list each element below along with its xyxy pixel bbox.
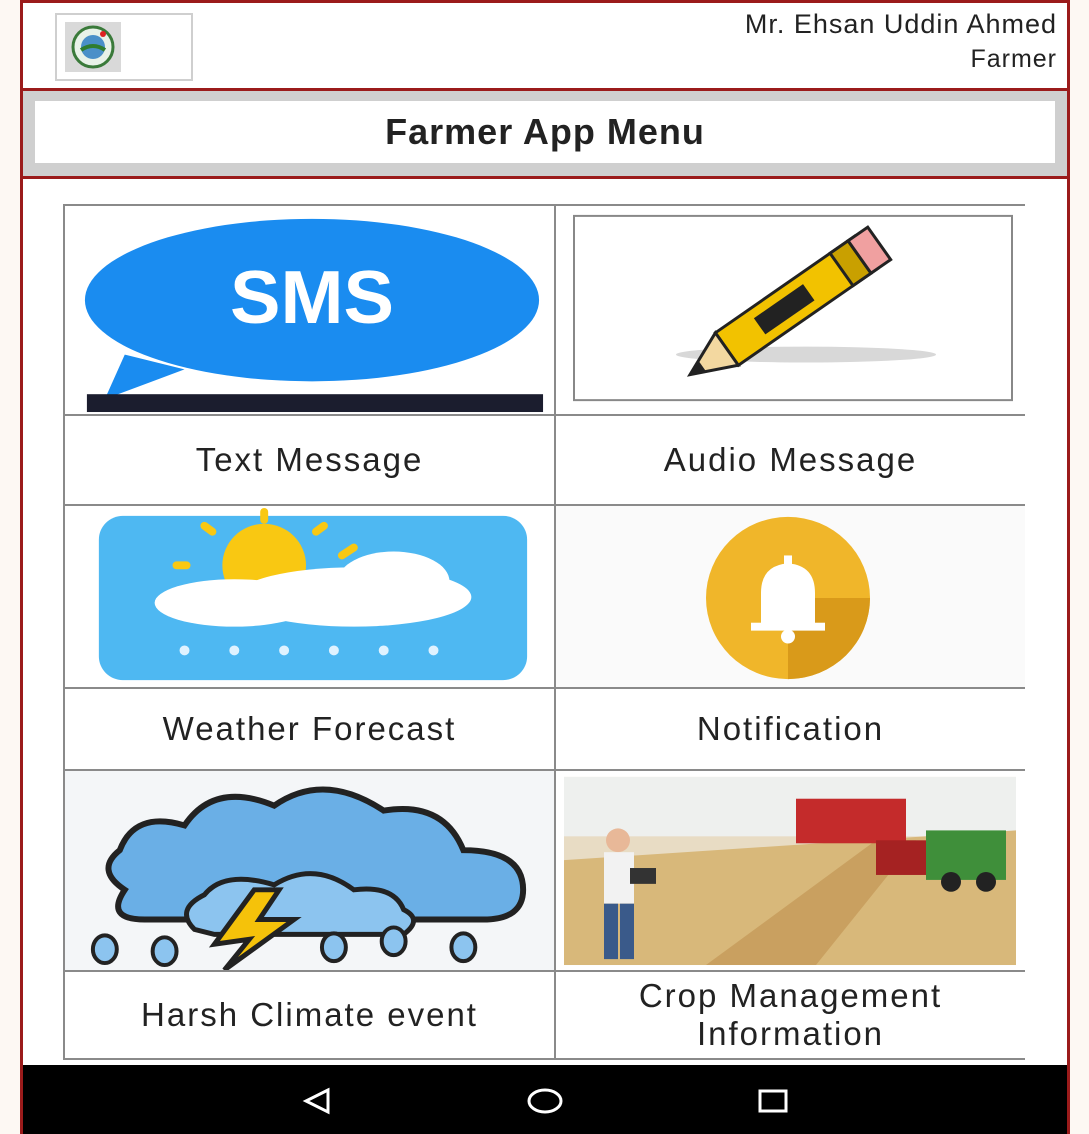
- sms-bubble-icon: SMS: [65, 206, 554, 414]
- bell-icon: [556, 506, 1025, 687]
- recents-button[interactable]: [743, 1076, 803, 1126]
- audio-message-image[interactable]: [556, 206, 1025, 416]
- user-name: Mr. Ehsan Uddin Ahmed: [744, 9, 1057, 39]
- crop-management-image[interactable]: [556, 771, 1025, 972]
- app-header: Mr. Ehsan Uddin Ahmed Farmer: [23, 3, 1067, 91]
- notification-label[interactable]: Notification: [556, 689, 1025, 771]
- weather-forecast-label[interactable]: Weather Forecast: [65, 689, 556, 771]
- user-role: Farmer: [970, 45, 1057, 73]
- back-triangle-icon: [302, 1087, 330, 1115]
- farm-harvest-photo: [556, 771, 1025, 970]
- harsh-climate-label[interactable]: Harsh Climate event: [65, 972, 556, 1058]
- home-button[interactable]: [515, 1076, 575, 1126]
- logo: [55, 13, 193, 81]
- harsh-climate-image[interactable]: [65, 771, 556, 972]
- android-navbar: [23, 1065, 1067, 1134]
- crop-management-label[interactable]: Crop Management Information: [556, 972, 1025, 1058]
- recents-square-icon: [758, 1089, 788, 1113]
- weather-sun-cloud-icon: [65, 506, 554, 687]
- storm-cloud-icon: [65, 771, 554, 970]
- pencil-icon: [556, 206, 1025, 414]
- page-title: Farmer App Menu: [35, 101, 1055, 163]
- organization-seal-logo-icon: [65, 22, 121, 72]
- weather-forecast-image[interactable]: [65, 506, 556, 689]
- menu-grid: SMS Text Message Audio Message Weather F…: [63, 204, 1025, 1060]
- text-message-label[interactable]: Text Message: [65, 416, 556, 506]
- text-message-image[interactable]: SMS: [65, 206, 556, 416]
- home-circle-icon: [527, 1088, 563, 1114]
- phone-screen: Mr. Ehsan Uddin Ahmed Farmer Farmer App …: [20, 0, 1070, 1134]
- notification-image[interactable]: [556, 506, 1025, 689]
- back-button[interactable]: [287, 1076, 347, 1126]
- audio-message-label[interactable]: Audio Message: [556, 416, 1025, 506]
- sms-text: SMS: [230, 255, 394, 339]
- title-bar: Farmer App Menu: [23, 91, 1067, 179]
